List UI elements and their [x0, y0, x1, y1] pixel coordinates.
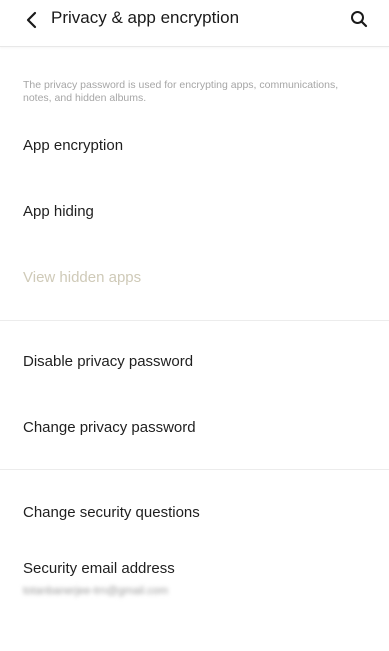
disable-privacy-password-item[interactable]: Disable privacy password — [0, 335, 389, 389]
security-email-value: totanbanerjee-trn@gmail.com — [23, 585, 169, 597]
item-label: Disable privacy password — [23, 353, 194, 370]
app-encryption-item[interactable]: App encryption — [0, 118, 389, 172]
app-header: Privacy & app encryption — [0, 0, 389, 47]
security-email-item[interactable]: Security email address — [0, 545, 389, 609]
change-security-questions-item[interactable]: Change security questions — [0, 485, 389, 539]
item-label: View hidden apps — [23, 269, 142, 286]
chevron-left-icon — [26, 11, 37, 29]
item-label: Security email address — [23, 560, 175, 577]
back-button[interactable] — [18, 6, 46, 34]
section-divider — [0, 469, 389, 470]
item-label: Change security questions — [23, 504, 200, 521]
app-hiding-item[interactable]: App hiding — [0, 184, 389, 238]
privacy-app-encryption-screen: Privacy & app encryption The privacy pas… — [0, 0, 389, 651]
search-button[interactable] — [345, 5, 373, 33]
page-title: Privacy & app encryption — [51, 8, 240, 27]
view-hidden-apps-item: View hidden apps — [0, 250, 389, 304]
search-icon — [351, 11, 368, 28]
change-privacy-password-item[interactable]: Change privacy password — [0, 401, 389, 455]
item-label: App encryption — [23, 137, 124, 154]
item-label: App hiding — [23, 203, 94, 220]
privacy-password-description: The privacy password is used for encrypt… — [23, 79, 339, 104]
section-divider — [0, 320, 389, 321]
item-label: Change privacy password — [23, 419, 196, 436]
